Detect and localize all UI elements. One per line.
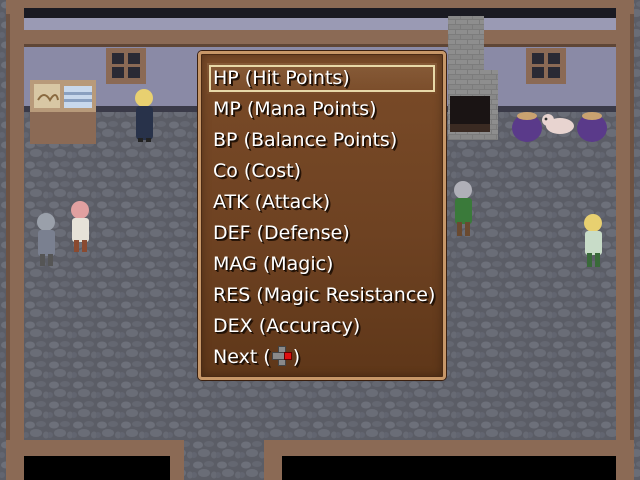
menu-item-atk[interactable]: ATK (Attack) <box>207 187 437 218</box>
menu-item-res[interactable]: RES (Magic Resistance) <box>207 280 437 311</box>
counter-table <box>30 80 96 144</box>
next-suffix: ) <box>292 346 301 368</box>
menu-item-def[interactable]: DEF (Defense) <box>207 218 437 249</box>
next-prefix: Next ( <box>213 346 271 368</box>
menu-item-mag[interactable]: MAG (Magic) <box>207 249 437 280</box>
bottom-floor-strip <box>184 440 264 480</box>
stat-list: HP (Hit Points) MP (Mana Points) BP (Bal… <box>207 63 437 373</box>
menu-item-mp[interactable]: MP (Mana Points) <box>207 94 437 125</box>
menu-item-dex[interactable]: DEX (Accuracy) <box>207 311 437 342</box>
stat-help-menu: HP (Hit Points) MP (Mana Points) BP (Bal… <box>198 51 446 380</box>
menu-item-next[interactable]: Next () <box>207 342 437 373</box>
menu-item-bp[interactable]: BP (Balance Points) <box>207 125 437 156</box>
dpad-right-icon <box>271 346 292 366</box>
menu-item-hp[interactable]: HP (Hit Points) <box>207 63 437 94</box>
window-left <box>106 48 146 84</box>
window-right <box>526 48 566 84</box>
npc-blonde-woman[interactable] <box>135 89 153 142</box>
menu-item-co[interactable]: Co (Cost) <box>207 156 437 187</box>
